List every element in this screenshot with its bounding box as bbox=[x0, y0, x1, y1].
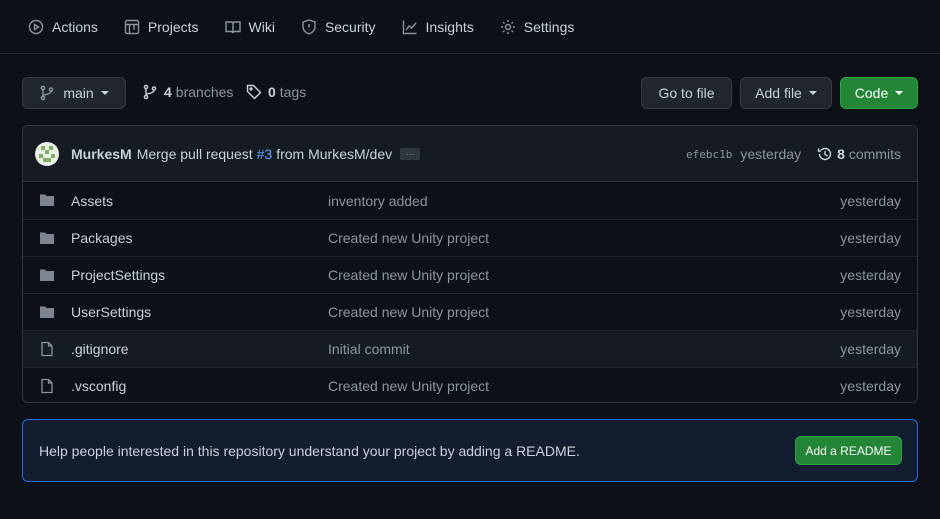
tab-label: Projects bbox=[147, 18, 199, 35]
tab-label: Actions bbox=[52, 18, 98, 35]
repo-nav-tabs: Actions Projects Wiki Security Insights … bbox=[0, 0, 940, 54]
file-commit-message[interactable]: inventory added bbox=[328, 193, 428, 209]
tags-label: tags bbox=[279, 84, 307, 100]
file-age: yesterday bbox=[840, 267, 901, 283]
file-icon bbox=[41, 341, 53, 357]
tab-security[interactable]: Security bbox=[301, 0, 376, 54]
git-branch-icon bbox=[41, 85, 54, 101]
avatar[interactable] bbox=[35, 141, 59, 166]
git-branch-icon bbox=[143, 84, 157, 100]
wiki-icon bbox=[224, 20, 241, 33]
tag-icon bbox=[246, 84, 262, 100]
expand-commit-button[interactable]: … bbox=[400, 147, 421, 160]
tab-actions[interactable]: Actions bbox=[28, 0, 98, 54]
table-row[interactable]: .gitignore Initial commit yesterday bbox=[23, 330, 917, 367]
branches-count: 4 bbox=[164, 84, 172, 100]
table-row[interactable]: .vsconfig Created new Unity project yest… bbox=[23, 367, 917, 402]
file-name[interactable]: UserSettings bbox=[71, 304, 151, 320]
file-age: yesterday bbox=[840, 341, 901, 357]
commit-author[interactable]: MurkesM bbox=[71, 146, 132, 162]
file-browser: MurkesM Merge pull request #3 from Murke… bbox=[22, 125, 918, 403]
commit-time: yesterday bbox=[740, 146, 802, 162]
folder-icon bbox=[40, 269, 54, 281]
gear-icon bbox=[500, 19, 515, 34]
file-list: Assets inventory added yesterday Package… bbox=[23, 182, 917, 402]
history-icon bbox=[817, 147, 832, 161]
tab-settings[interactable]: Settings bbox=[500, 0, 575, 54]
file-icon bbox=[41, 378, 53, 394]
branch-name: main bbox=[63, 85, 94, 101]
commits-label: commits bbox=[848, 146, 901, 162]
branches-link[interactable]: 4 branches bbox=[142, 84, 233, 100]
commits-link[interactable]: 8 commits bbox=[817, 146, 901, 162]
commit-sha[interactable]: efebc1b bbox=[686, 148, 732, 161]
chevron-down-icon bbox=[808, 91, 817, 95]
projects-icon bbox=[124, 19, 140, 34]
folder-icon bbox=[40, 306, 54, 318]
graph-icon bbox=[402, 20, 417, 34]
shield-icon bbox=[302, 18, 316, 35]
identicon-icon bbox=[37, 143, 57, 164]
go-to-file-button[interactable]: Go to file bbox=[641, 77, 732, 109]
commit-message[interactable]: Merge pull request bbox=[137, 146, 253, 162]
tab-wiki[interactable]: Wiki bbox=[224, 0, 275, 54]
chevron-down-icon bbox=[895, 91, 904, 95]
file-name[interactable]: .gitignore bbox=[71, 341, 129, 357]
add-readme-label: Add a README bbox=[805, 443, 892, 458]
table-row[interactable]: UserSettings Created new Unity project y… bbox=[23, 293, 917, 330]
file-commit-message[interactable]: Created new Unity project bbox=[328, 378, 489, 394]
file-name[interactable]: ProjectSettings bbox=[71, 267, 165, 283]
file-commit-message[interactable]: Initial commit bbox=[328, 341, 410, 357]
code-label: Code bbox=[854, 85, 889, 101]
file-commit-message[interactable]: Created new Unity project bbox=[328, 304, 489, 320]
add-readme-button[interactable]: Add a README bbox=[795, 436, 902, 465]
readme-prompt-text: Help people interested in this repositor… bbox=[39, 442, 580, 459]
folder-icon bbox=[40, 232, 54, 244]
commits-count: 8 bbox=[837, 146, 845, 162]
table-row[interactable]: Assets inventory added yesterday bbox=[23, 182, 917, 219]
pull-request-link[interactable]: #3 bbox=[257, 146, 273, 162]
code-button[interactable]: Code bbox=[840, 77, 918, 109]
commit-message-branch[interactable]: from MurkesM/dev bbox=[276, 146, 392, 162]
file-age: yesterday bbox=[840, 304, 901, 320]
tab-projects[interactable]: Projects bbox=[124, 0, 199, 54]
file-name[interactable]: .vsconfig bbox=[71, 378, 126, 394]
chevron-down-icon bbox=[100, 91, 109, 95]
tab-insights[interactable]: Insights bbox=[402, 0, 474, 54]
file-age: yesterday bbox=[840, 378, 901, 394]
file-name[interactable]: Packages bbox=[71, 230, 132, 246]
add-file-label: Add file bbox=[755, 85, 802, 101]
table-row[interactable]: ProjectSettings Created new Unity projec… bbox=[23, 256, 917, 293]
file-commit-message[interactable]: Created new Unity project bbox=[328, 267, 489, 283]
file-age: yesterday bbox=[840, 230, 901, 246]
tags-link[interactable]: 0 tags bbox=[246, 84, 306, 100]
tab-label: Settings bbox=[523, 18, 575, 35]
table-row[interactable]: Packages Created new Unity project yeste… bbox=[23, 219, 917, 256]
folder-icon bbox=[40, 194, 54, 206]
tab-label: Security bbox=[324, 18, 376, 35]
go-to-file-label: Go to file bbox=[658, 85, 715, 101]
file-age: yesterday bbox=[840, 192, 901, 209]
branches-label: branches bbox=[175, 84, 234, 100]
commit-meta: efebc1b yesterday 8 commits bbox=[686, 126, 901, 182]
branch-select-button[interactable]: main bbox=[22, 77, 126, 109]
file-commit-message[interactable]: Created new Unity project bbox=[328, 230, 489, 246]
tab-label: Wiki bbox=[248, 18, 275, 35]
actions-icon bbox=[28, 19, 44, 34]
file-name[interactable]: Assets bbox=[71, 193, 113, 209]
readme-prompt: Help people interested in this repositor… bbox=[22, 419, 918, 482]
latest-commit-bar: MurkesM Merge pull request #3 from Murke… bbox=[23, 126, 917, 182]
tab-label: Insights bbox=[425, 18, 474, 35]
add-file-button[interactable]: Add file bbox=[740, 77, 832, 109]
tags-count: 0 bbox=[268, 84, 276, 100]
